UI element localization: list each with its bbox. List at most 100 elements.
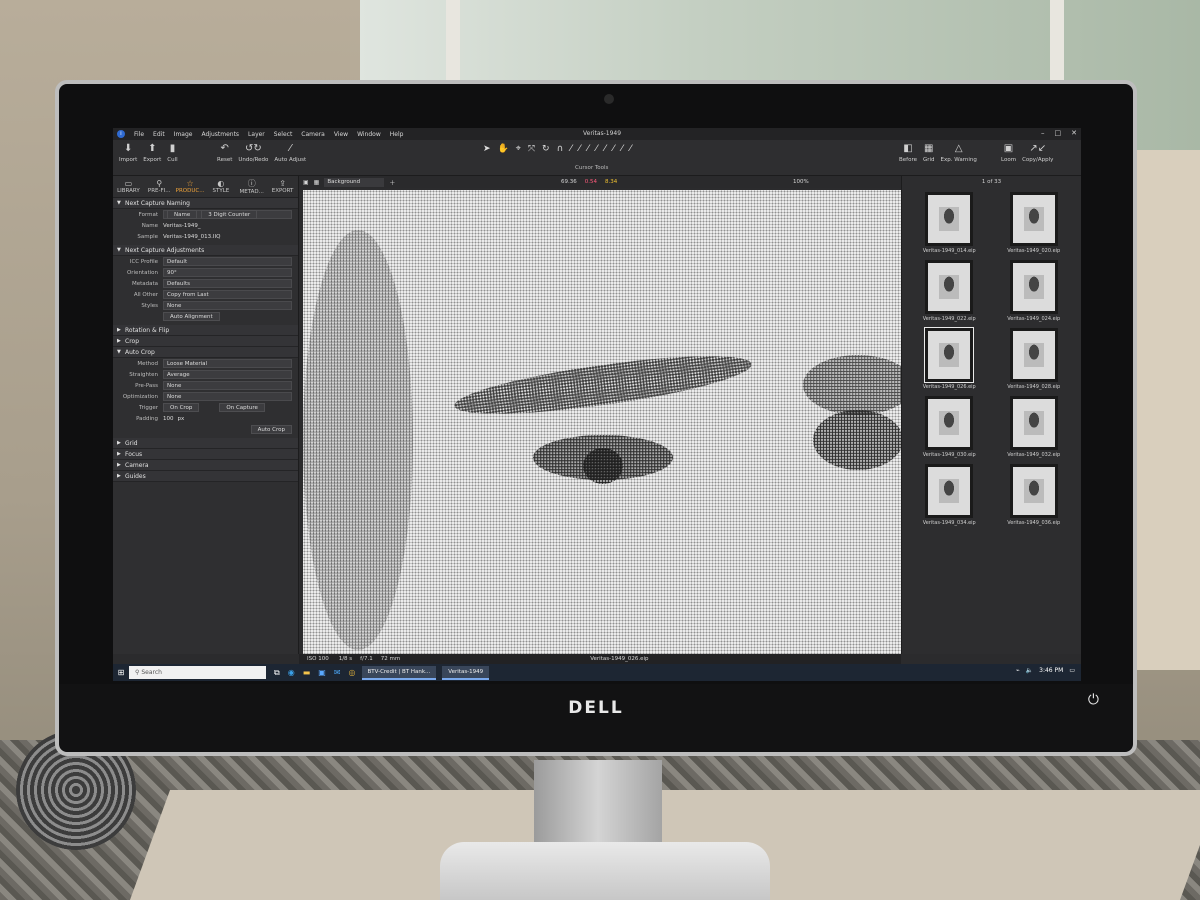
thumbnail-item[interactable]: Veritas-1949_026.eip [910, 327, 989, 390]
mail-icon[interactable]: ✉ [334, 668, 341, 678]
icc-profile-select[interactable]: Default [163, 257, 292, 266]
add-layer-icon[interactable]: ＋ [389, 178, 395, 187]
tab-pre-filter[interactable]: ⚲ PRE-FI... [144, 176, 175, 197]
menu-image[interactable]: Image [174, 131, 193, 138]
cursor-tool-icon[interactable]: ⁄ [596, 144, 598, 154]
multi-view-icon[interactable]: ▦ [314, 179, 320, 186]
tab-metadata[interactable]: ⓘ METAD... [236, 176, 267, 197]
tab-style[interactable]: ◐ STYLE [205, 176, 236, 197]
grid-button[interactable]: ▦ Grid [923, 143, 935, 163]
padding-input[interactable]: 100 [163, 416, 174, 422]
name-field[interactable]: Veritas-1949_ [163, 223, 201, 229]
section-crop[interactable]: ▶ Crop [113, 336, 298, 347]
layer-select[interactable]: Background [324, 177, 385, 187]
trigger-on-crop-button[interactable]: On Crop [163, 403, 200, 412]
menu-view[interactable]: View [334, 131, 348, 138]
before-button[interactable]: ◧ Before [899, 143, 917, 163]
section-focus[interactable]: ▶ Focus [113, 449, 298, 460]
cursor-tool-icon[interactable]: ⁄ [570, 144, 572, 154]
file-explorer-icon[interactable]: ▬ [303, 668, 311, 678]
clock[interactable]: 3:46 PM [1039, 667, 1063, 674]
volume-icon[interactable]: 🔈 [1026, 667, 1033, 674]
thumbnail-item[interactable]: Veritas-1949_024.eip [995, 260, 1074, 322]
styles-select[interactable]: None [163, 301, 292, 310]
cursor-tool-icon[interactable]: ⁄ [630, 144, 632, 154]
thumbnail-item[interactable]: Veritas-1949_036.eip [995, 464, 1074, 526]
straighten-select[interactable]: Average [163, 370, 292, 379]
zoom-level[interactable]: 100% [793, 179, 809, 185]
cursor-tool-icon[interactable]: ⁄ [604, 144, 606, 154]
cursor-tool-icon[interactable]: ∩ [557, 144, 564, 154]
menu-camera[interactable]: Camera [301, 131, 325, 138]
section-guides[interactable]: ▶ Guides [113, 471, 298, 482]
section-next-capture-naming[interactable]: ▼ Next Capture Naming [113, 198, 298, 209]
pre-pass-select[interactable]: None [163, 381, 292, 390]
menu-help[interactable]: Help [390, 131, 404, 138]
thumbnail-item[interactable]: Veritas-1949_030.eip [910, 396, 989, 458]
single-view-icon[interactable]: ▣ [303, 179, 309, 186]
cursor-tool-icon[interactable]: ✋ [498, 144, 509, 154]
menu-select[interactable]: Select [274, 131, 293, 138]
orientation-select[interactable]: 90° [163, 268, 292, 277]
cursor-tool-icon[interactable]: ⌖ [516, 144, 521, 154]
menu-layer[interactable]: Layer [248, 131, 265, 138]
cull-button[interactable]: ▮ Cull [167, 143, 177, 163]
section-next-capture-adjustments[interactable]: ▼ Next Capture Adjustments [113, 245, 298, 256]
thumbnail-item[interactable]: Veritas-1949_034.eip [910, 464, 989, 526]
chrome-icon[interactable]: ◎ [349, 668, 356, 678]
store-icon[interactable]: ▣ [318, 668, 326, 678]
thumbnail-item[interactable]: Veritas-1949_014.eip [910, 192, 989, 254]
notifications-icon[interactable]: ▭ [1069, 667, 1075, 674]
format-field[interactable]: Name 3 Digit Counter [163, 210, 292, 219]
taskbar-app-window[interactable]: Veritas-1949 [442, 665, 490, 680]
section-rotation[interactable]: ▶ Rotation & Flip [113, 325, 298, 336]
close-icon[interactable]: ✕ [1071, 129, 1077, 137]
cursor-tool-icon[interactable]: ⁄ [613, 144, 615, 154]
thumbnail-item[interactable]: Veritas-1949_020.eip [995, 192, 1074, 254]
cursor-tool-icon[interactable]: ➤ [483, 144, 491, 154]
loom-button[interactable]: ▣ Loom [1001, 143, 1016, 163]
menu-window[interactable]: Window [357, 131, 381, 138]
windows-start-icon[interactable]: ⊞ [113, 668, 129, 677]
section-camera[interactable]: ▶ Camera [113, 460, 298, 471]
minimize-icon[interactable]: – [1041, 129, 1045, 137]
optimization-select[interactable]: None [163, 392, 292, 401]
thumbnail-item[interactable]: Veritas-1949_032.eip [995, 396, 1074, 458]
all-other-select[interactable]: Copy from Last [163, 290, 292, 299]
import-button[interactable]: ⬇ Import [119, 143, 137, 163]
section-auto-crop[interactable]: ▼ Auto Crop [113, 347, 298, 358]
trigger-on-capture-button[interactable]: On Capture [219, 403, 265, 412]
copy-apply-button[interactable]: ↗↙ Copy/Apply [1022, 143, 1053, 163]
auto-crop-button[interactable]: Auto Crop [250, 425, 292, 434]
cursor-tool-icon[interactable]: ↻ [542, 144, 550, 154]
menu-edit[interactable]: Edit [153, 131, 165, 138]
edge-icon[interactable]: ◉ [288, 668, 295, 678]
network-icon[interactable]: ⌁ [1016, 667, 1020, 674]
menu-adjustments[interactable]: Adjustments [201, 131, 239, 138]
thumbnail-item[interactable]: Veritas-1949_022.eip [910, 260, 989, 322]
method-select[interactable]: Loose Material [163, 359, 292, 368]
auto-alignment-button[interactable]: Auto Alignment [163, 312, 220, 321]
tab-production[interactable]: ☆ PRODUC... [175, 176, 206, 197]
section-grid[interactable]: ▶ Grid [113, 438, 298, 449]
image-viewer[interactable] [303, 190, 901, 654]
reset-button[interactable]: ↶ Reset [217, 143, 232, 163]
tab-library[interactable]: ▭ LIBRARY [113, 176, 144, 197]
cursor-tool-icon[interactable]: ⤧ [528, 144, 535, 154]
task-view-icon[interactable]: ⧉ [274, 668, 280, 678]
cursor-tool-icon[interactable]: ⁄ [587, 144, 589, 154]
auto-adjust-button[interactable]: ⁄ Auto Adjust [274, 143, 306, 163]
menu-file[interactable]: File [134, 131, 144, 138]
taskbar-browser-window[interactable]: BTV-Credit | BT Hank... [361, 665, 437, 680]
metadata-select[interactable]: Defaults [163, 279, 292, 288]
cursor-tool-icon[interactable]: ⁄ [621, 144, 623, 154]
export-button[interactable]: ⬆ Export [143, 143, 161, 163]
cursor-tool-icon[interactable]: ⁄ [579, 144, 581, 154]
exposure-warning-button[interactable]: △ Exp. Warning [941, 143, 977, 163]
maximize-icon[interactable]: □ [1055, 129, 1062, 137]
power-icon[interactable]: ⏻ [1088, 692, 1099, 708]
thumbnail-item[interactable]: Veritas-1949_028.eip [995, 328, 1074, 390]
tab-export[interactable]: ⇪ EXPORT [267, 176, 298, 197]
taskbar-search-input[interactable]: ⚲ Search [129, 666, 266, 679]
undo-redo-button[interactable]: ↺↻ Undo/Redo [238, 143, 268, 163]
